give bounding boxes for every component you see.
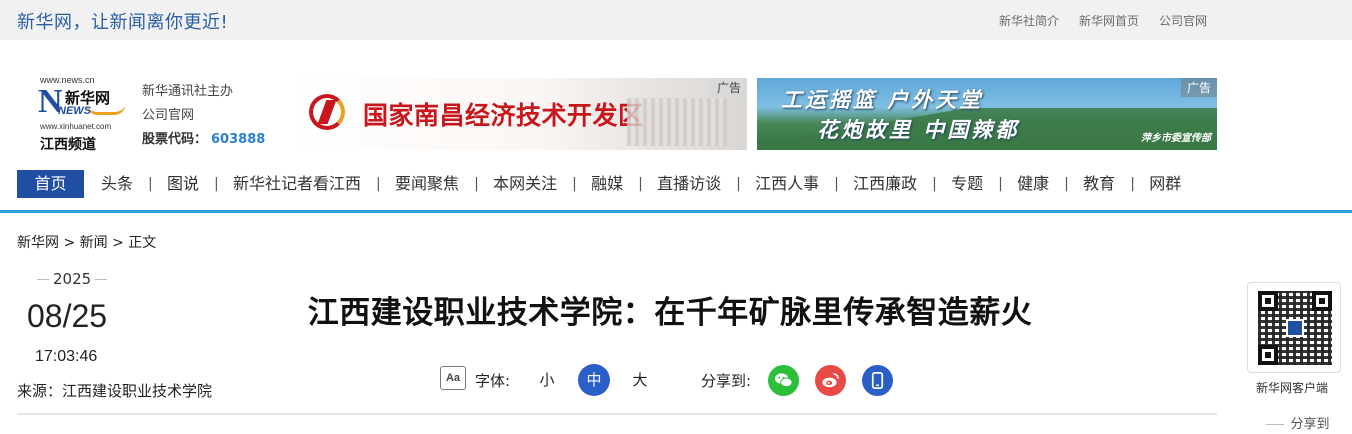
ad-banner-pingxiang-line1: 工运摇篮 户外天堂 (781, 87, 984, 112)
org-company-link[interactable]: 公司官网 (142, 104, 265, 128)
main-nav: 首页 头条 图说 新华社记者看江西 要闻聚焦 本网关注 融媒 直播访谈 江西人事… (17, 170, 1198, 198)
nav-item-photos[interactable]: 图说 (148, 170, 216, 198)
top-links: 新华社简介 新华网首页 公司官网 (999, 12, 1207, 29)
breadcrumb[interactable]: 新华网 > 新闻 > 正文 (17, 232, 156, 252)
ad-banner-pingxiang-sponsor: 萍乡市委宣传部 (1141, 133, 1211, 144)
stock-code-label: 股票代码： (142, 132, 208, 147)
app-qr-box[interactable] (1247, 282, 1341, 373)
wechat-icon (774, 373, 793, 388)
nav-divider (0, 210, 1352, 213)
qr-corner-marker (1258, 345, 1278, 365)
qr-corner-marker (1312, 291, 1332, 311)
top-link-about-xinhua[interactable]: 新华社简介 (999, 12, 1059, 29)
nav-item-reporters-jiangxi[interactable]: 新华社记者看江西 (214, 170, 378, 198)
site-logo[interactable]: www.news.cn N 新华网 NEWS www.xinhuanet.com… (38, 75, 130, 153)
devzone-emblem-icon (309, 94, 345, 130)
publish-time: 17:03:46 (35, 348, 98, 365)
nav-item-topics[interactable]: 专题 (932, 170, 1000, 198)
nav-item-education[interactable]: 教育 (1064, 170, 1132, 198)
nav-item-network[interactable]: 网群 (1130, 170, 1198, 198)
stock-code-value[interactable]: 603888 (211, 132, 265, 147)
side-share-label: 分享到 (1248, 413, 1342, 434)
nav-item-headlines[interactable]: 头条 (84, 170, 150, 198)
share-weibo-button[interactable] (815, 365, 846, 396)
channel-name: 江西频道 (40, 137, 96, 153)
publish-year: 2025 (33, 270, 111, 288)
mobile-icon (871, 372, 884, 389)
org-info: 新华通讯社主办 公司官网 股票代码： 603888 (142, 80, 265, 152)
font-small-button[interactable]: 小 (531, 364, 563, 396)
font-size-icon: Aa (440, 366, 466, 390)
share-wechat-button[interactable] (768, 365, 799, 396)
site-slogan: 新华网，让新闻离你更近! (17, 12, 229, 33)
top-link-company-site[interactable]: 公司官网 (1159, 12, 1207, 29)
ad-tag: 广告 (1180, 78, 1217, 97)
nav-item-site-focus[interactable]: 本网关注 (474, 170, 574, 198)
weibo-icon (822, 373, 839, 388)
ad-banner-pingxiang-line2: 花炮故里 中国辣都 (817, 117, 1020, 142)
nav-item-media[interactable]: 融媒 (572, 170, 640, 198)
share-label: 分享到: (701, 372, 752, 390)
qr-corner-marker (1258, 291, 1278, 311)
ad-tag: 广告 (710, 78, 747, 97)
nav-item-health[interactable]: 健康 (998, 170, 1066, 198)
top-link-xinhuanet-home[interactable]: 新华网首页 (1079, 12, 1139, 29)
logo-news: NEWS (58, 105, 91, 117)
font-large-button[interactable]: 大 (624, 364, 656, 396)
content-divider (17, 413, 1217, 415)
qr-logo-icon (1286, 319, 1304, 337)
nav-item-home[interactable]: 首页 (17, 170, 84, 198)
article-source: 来源：江西建设职业技术学院 (17, 382, 213, 400)
nav-item-personnel[interactable]: 江西人事 (736, 170, 836, 198)
building-image (627, 98, 727, 146)
share-mobile-button[interactable] (862, 365, 893, 396)
top-strip: 新华网，让新闻离你更近! 新华社简介 新华网首页 公司官网 (0, 0, 1352, 40)
font-size-label: 字体: (475, 372, 511, 390)
ad-banner-nanchang-text: 国家南昌经济技术开发区 (363, 101, 644, 130)
logo-url-bottom: www.xinhuanet.com (40, 122, 112, 131)
font-medium-button[interactable]: 中 (578, 364, 610, 396)
nav-item-integrity[interactable]: 江西廉政 (834, 170, 934, 198)
stock-code-row: 股票代码： 603888 (142, 128, 265, 152)
article-title: 江西建设职业技术学院：在千年矿脉里传承智造薪火 (307, 295, 1033, 331)
ad-banner-pingxiang[interactable]: 工运摇篮 户外天堂 花炮故里 中国辣都 萍乡市委宣传部 广告 (757, 78, 1217, 150)
nav-item-news-focus[interactable]: 要闻聚焦 (376, 170, 476, 198)
logo-swoosh-icon (86, 103, 126, 115)
ad-banner-nanchang[interactable]: 国家南昌经济技术开发区 广告 (287, 78, 747, 150)
nav-item-live[interactable]: 直播访谈 (638, 170, 738, 198)
app-qr-caption: 新华网客户端 (1256, 381, 1329, 395)
org-sponsor: 新华通讯社主办 (142, 84, 234, 99)
